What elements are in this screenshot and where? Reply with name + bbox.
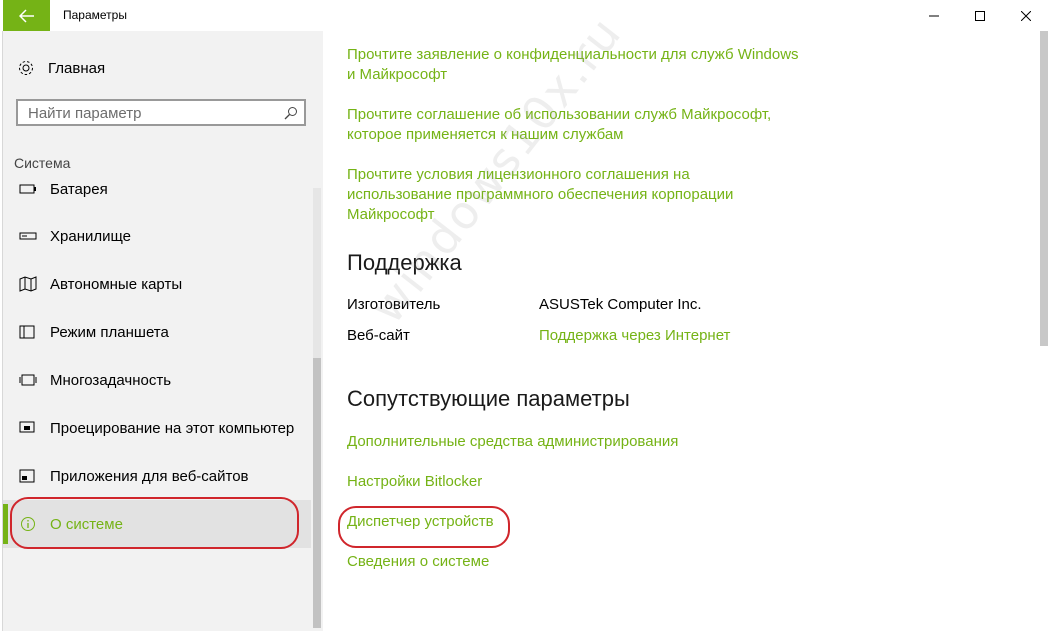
sidebar-item-storage[interactable]: Хранилище	[3, 212, 311, 260]
projecting-icon	[19, 419, 37, 437]
sidebar-item-battery[interactable]: Батарея	[3, 175, 311, 213]
sidebar-scrollbar[interactable]	[313, 188, 321, 628]
support-website-link[interactable]: Поддержка через Интернет	[539, 327, 730, 344]
tablet-mode-icon	[19, 323, 37, 341]
window-title: Параметры	[63, 8, 127, 22]
gear-icon	[19, 61, 33, 75]
storage-icon	[19, 227, 37, 245]
sidebar-item-label: Многозадачность	[50, 371, 172, 389]
sidebar-item-label: О системе	[50, 515, 123, 533]
multitasking-icon	[19, 371, 37, 389]
system-info-link[interactable]: Сведения о системе	[347, 552, 489, 572]
sidebar-item-tablet-mode[interactable]: Режим планшета	[3, 308, 311, 356]
sidebar-nav: Батарея Хранилище Автономные карты Режим…	[3, 175, 311, 631]
search-icon	[284, 107, 297, 120]
search-placeholder: Найти параметр	[28, 105, 142, 122]
related-settings-heading: Сопутствующие параметры	[347, 386, 630, 411]
title-bar: Параметры	[0, 0, 1049, 31]
close-icon	[1021, 10, 1031, 21]
sidebar-item-label: Батарея	[50, 180, 108, 198]
search-input[interactable]: Найти параметр	[16, 99, 306, 126]
sidebar-item-projecting[interactable]: Проецирование на этот компьютер	[3, 404, 311, 452]
sidebar-item-offline-maps[interactable]: Автономные карты	[3, 260, 311, 308]
apps-websites-icon	[19, 467, 37, 485]
sidebar-item-about[interactable]: О системе	[3, 500, 311, 548]
close-button[interactable]	[1003, 0, 1049, 31]
battery-icon	[19, 180, 37, 198]
main-content: Прочтите заявление о конфиденциальности …	[347, 31, 1037, 631]
sidebar-item-label: Хранилище	[50, 227, 131, 245]
selected-indicator	[3, 504, 8, 544]
sidebar-item-label: Проецирование на этот компьютер	[50, 419, 295, 437]
minimize-icon	[929, 15, 939, 16]
scroll-thumb[interactable]	[313, 358, 321, 628]
manufacturer-value: ASUSTek Computer Inc.	[539, 296, 702, 313]
license-link-line: Прочтите условия лицензионного соглашени…	[347, 166, 734, 223]
sidebar-item-label: Режим планшета	[50, 323, 169, 341]
minimize-button[interactable]	[911, 0, 957, 31]
device-manager-link[interactable]: Диспетчер устройств	[347, 512, 494, 532]
bitlocker-link[interactable]: Настройки Bitlocker	[347, 472, 482, 492]
sidebar-item-label: Приложения для веб-сайтов	[50, 467, 249, 485]
sidebar: Главная Найти параметр Система Батарея Х…	[3, 31, 323, 631]
sidebar-item-multitasking[interactable]: Многозадачность	[3, 356, 311, 404]
license-terms-link[interactable]: Прочтите условия лицензионного соглашени…	[347, 165, 747, 225]
back-button[interactable]	[3, 0, 50, 31]
content-scroll-thumb[interactable]	[1040, 31, 1048, 346]
maximize-button[interactable]	[957, 0, 1003, 31]
home-item[interactable]: Главная	[17, 59, 105, 77]
admin-tools-link[interactable]: Дополнительные средства администрировани…	[347, 432, 678, 452]
sidebar-item-label: Автономные карты	[50, 275, 183, 293]
section-label: Система	[14, 155, 71, 171]
content-scrollbar[interactable]	[1040, 31, 1048, 631]
maximize-icon	[975, 10, 985, 21]
sidebar-item-apps-websites[interactable]: Приложения для веб-сайтов	[3, 452, 311, 500]
map-icon	[19, 275, 37, 293]
home-label: Главная	[48, 59, 106, 77]
arrow-left-icon	[18, 8, 34, 23]
info-icon	[19, 515, 37, 533]
